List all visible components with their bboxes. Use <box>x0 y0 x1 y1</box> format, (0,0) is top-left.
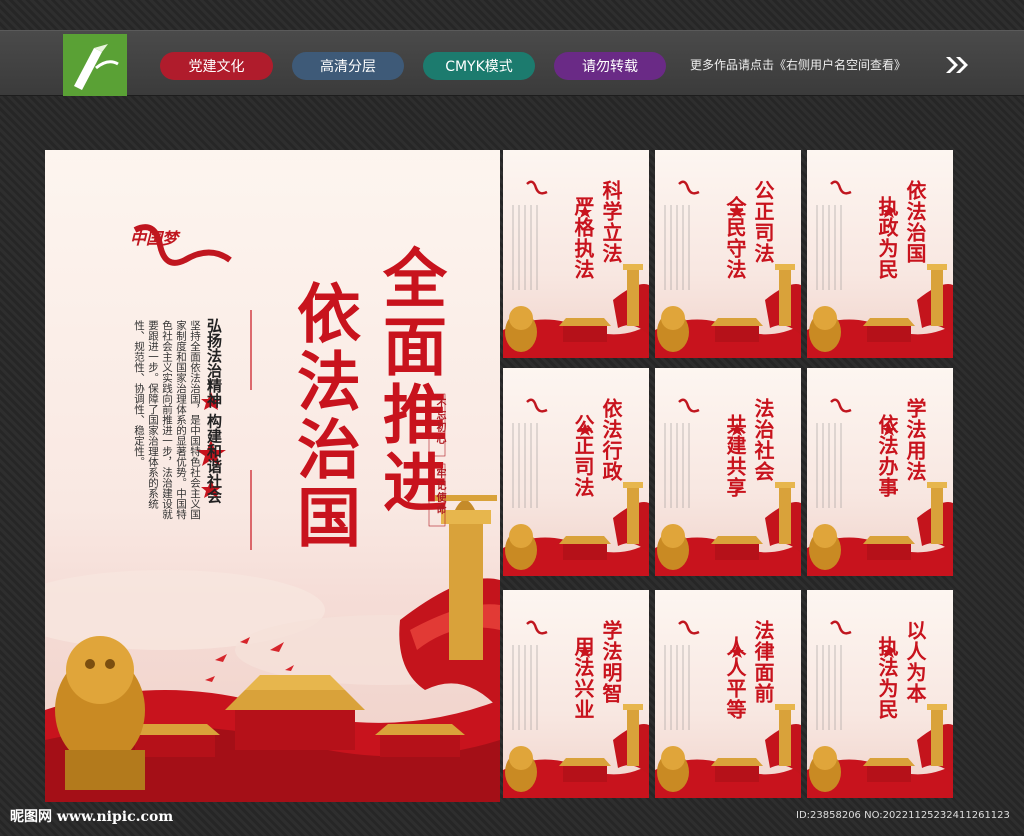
small-poster-title-col1: 法治社会 <box>751 398 775 482</box>
small-poster-title-col2: 公正司法 <box>571 414 595 498</box>
small-poster: 公正司法 全民守法 <box>655 150 801 358</box>
small-poster: 依法行政 公正司法 <box>503 368 649 576</box>
small-poster-title-col1: 以人为本 <box>903 620 927 704</box>
main-body-text: 坚持全面依法治国，是中国特色社会主义国家制度和国家治理体系的显著优势。中国特色社… <box>133 320 201 520</box>
small-poster-title-col1: 学法用法 <box>903 398 927 482</box>
small-poster-title-col2: 用法兴业 <box>571 636 595 720</box>
small-poster-title-col2: 依法办事 <box>875 414 899 498</box>
small-poster-title-col1: 依法治国 <box>903 180 927 264</box>
small-poster: 法治社会 共建共享 <box>655 368 801 576</box>
small-poster: 学法用法 依法办事 <box>807 368 953 576</box>
small-poster-title-col1: 法律面前 <box>751 620 775 704</box>
main-subtitle: 弘扬法治精神 构建和谐社会 <box>205 318 223 504</box>
slogan-b: 牢记使命 <box>434 468 445 516</box>
small-poster-title-col1: 公正司法 <box>751 180 775 264</box>
slogan-a: 不忘初心 <box>434 398 445 446</box>
small-poster: 科学立法 严格执法 <box>503 150 649 358</box>
main-poster: 中国梦 全面推进 依法治国 弘扬法治精神 构建和谐社会 坚持全面依法治国，是中国… <box>45 150 500 802</box>
small-poster: 学法明智 用法兴业 <box>503 590 649 798</box>
small-poster: 依法治国 执政为民 <box>807 150 953 358</box>
pen-logo-icon <box>74 44 119 90</box>
small-poster-title-col2: 人人平等 <box>723 636 747 720</box>
site-logo[interactable] <box>63 34 127 96</box>
tag-cmyk[interactable]: CMYK模式 <box>423 52 535 80</box>
china-dream-logo-text: 中国梦 <box>130 229 179 248</box>
image-id-text: ID:23858206 NO:20221125232411261123 <box>796 810 1010 821</box>
tag-dangjian[interactable]: 党建文化 <box>160 52 273 80</box>
small-poster-title-col1: 依法行政 <box>599 398 623 482</box>
small-poster: 法律面前 人人平等 <box>655 590 801 798</box>
small-poster-title-col2: 共建共享 <box>723 414 747 498</box>
small-poster: 以人为本 执法为民 <box>807 590 953 798</box>
small-poster-title-col1: 科学立法 <box>599 180 623 264</box>
small-poster-title-col2: 执政为民 <box>875 196 899 280</box>
small-poster-title-col2: 执法为民 <box>875 636 899 720</box>
small-poster-title-col1: 学法明智 <box>599 620 623 704</box>
double-chevron-right-icon[interactable] <box>944 55 970 75</box>
more-works-link[interactable]: 更多作品请点击《右侧用户名空间查看》 <box>690 56 906 73</box>
tag-hd-layers[interactable]: 高清分层 <box>292 52 404 80</box>
site-watermark: 昵图网 www.nipic.com <box>10 809 174 825</box>
small-poster-title-col2: 严格执法 <box>571 196 595 280</box>
tag-no-repost[interactable]: 请勿转载 <box>554 52 666 80</box>
main-title-col2: 依法治国 <box>286 280 361 552</box>
small-poster-title-col2: 全民守法 <box>723 196 747 280</box>
